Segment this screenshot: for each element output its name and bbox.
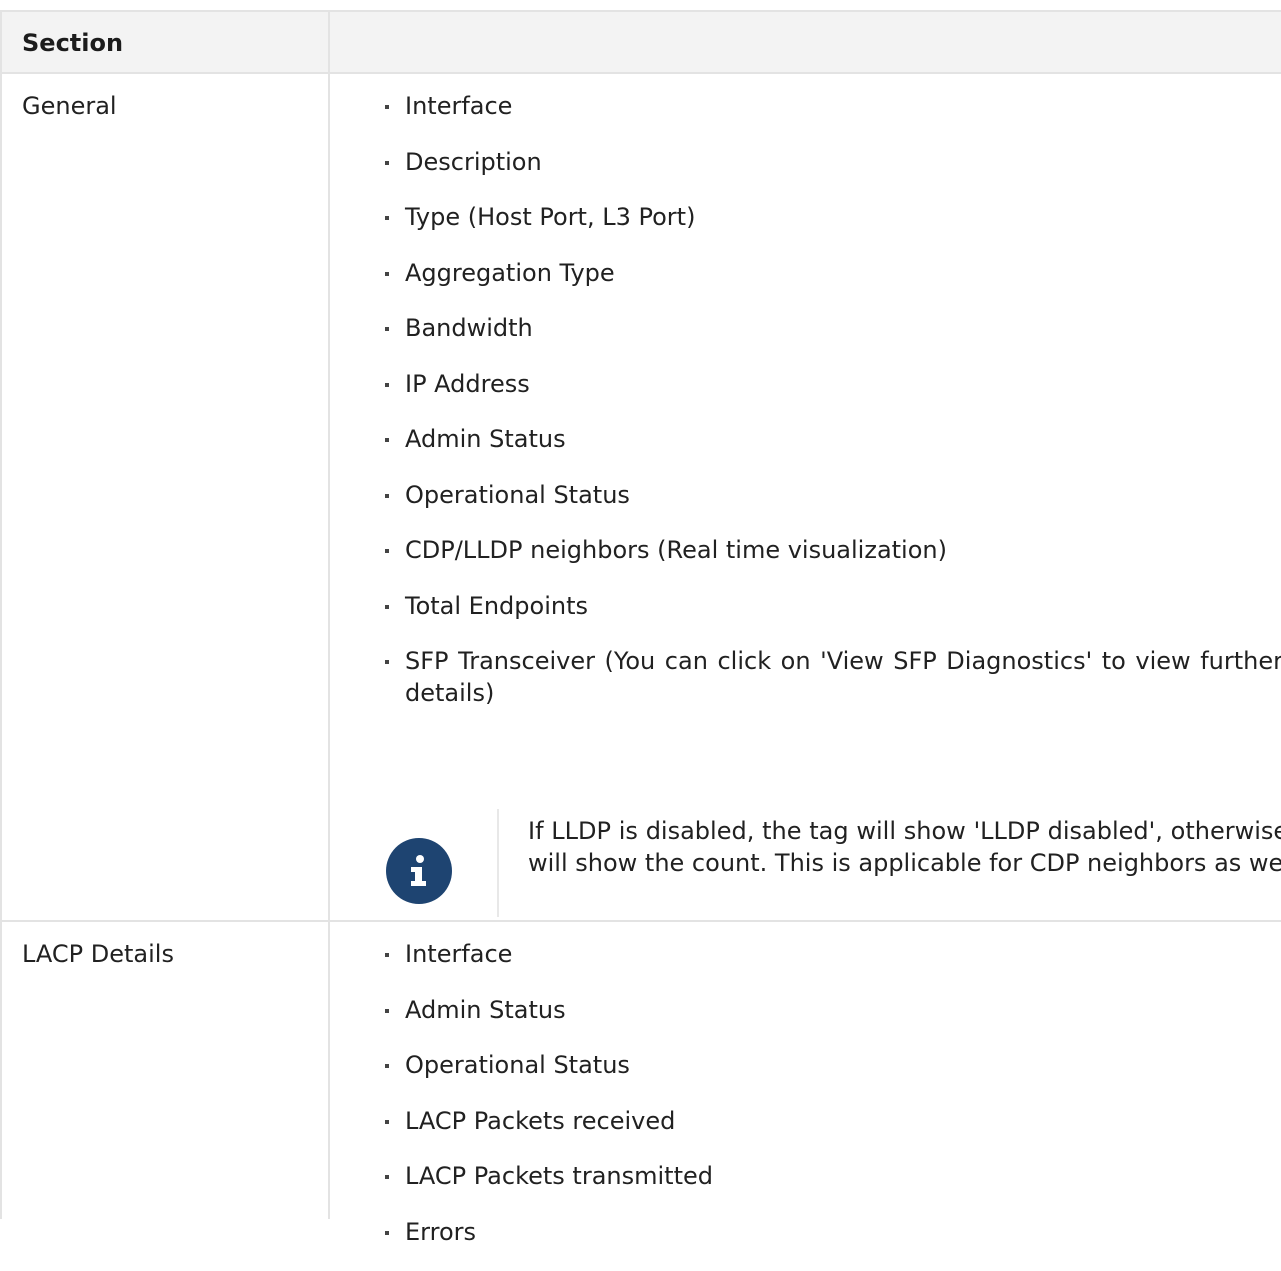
note-text: If LLDP is disabled, the tag will show '… [528, 817, 1281, 877]
info-icon [386, 838, 452, 904]
list-item: Interface [385, 90, 1281, 122]
list-item: Total Endpoints [385, 590, 1281, 622]
list-item: LACP Packets transmitted [385, 1160, 1281, 1192]
section-label-lacp-details: LACP Details [2, 922, 330, 1219]
header-details [330, 12, 1281, 72]
list-item: Interface [385, 938, 1281, 970]
section-label-general: General [2, 74, 330, 920]
table-row: General Interface Description Type (Host… [2, 74, 1281, 922]
section-details-lacp: Interface Admin Status Operational Statu… [330, 922, 1281, 1246]
list-item: LACP Packets received [385, 1105, 1281, 1137]
info-note: If LLDP is disabled, the tag will show '… [386, 809, 1281, 917]
section-details-general: Interface Description Type (Host Port, L… [330, 74, 1281, 920]
general-item-list: Interface Description Type (Host Port, L… [385, 90, 1281, 733]
list-item: CDP/LLDP neighbors (Real time visualizat… [385, 534, 1281, 566]
list-item: Type (Host Port, L3 Port) [385, 201, 1281, 233]
list-item: IP Address [385, 368, 1281, 400]
table-row: LACP Details Interface Admin Status Oper… [2, 922, 1281, 1246]
list-item: Errors [385, 1216, 1281, 1248]
table-header-row: Section [2, 12, 1281, 74]
list-item: Admin Status [385, 423, 1281, 455]
list-item: Admin Status [385, 994, 1281, 1026]
list-item: SFP Transceiver (You can click on 'View … [385, 645, 1281, 709]
lacp-item-list: Interface Admin Status Operational Statu… [385, 938, 1281, 1271]
list-item: Bandwidth [385, 312, 1281, 344]
header-section: Section [2, 12, 330, 72]
list-item: Description [385, 146, 1281, 178]
list-item: Aggregation Type [385, 257, 1281, 289]
details-table: Section General Interface Description Ty… [0, 10, 1281, 1246]
list-item: Operational Status [385, 1049, 1281, 1081]
list-item: Operational Status [385, 479, 1281, 511]
note-divider [497, 809, 499, 917]
